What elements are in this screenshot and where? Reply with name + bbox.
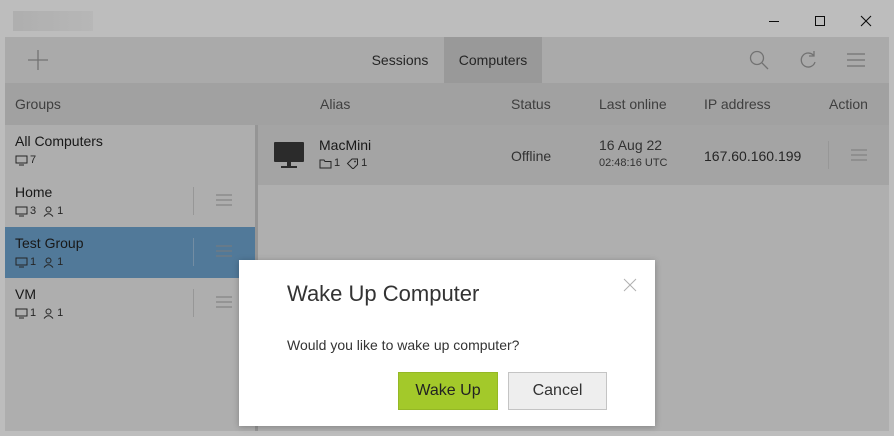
dialog-message: Would you like to wake up computer? [287,337,520,353]
cancel-button[interactable]: Cancel [508,372,607,410]
dialog-title: Wake Up Computer [287,281,480,306]
wake-up-button[interactable]: Wake Up [398,372,498,410]
wake-up-button-label: Wake Up [415,382,481,399]
cancel-button-label: Cancel [532,382,583,399]
close-icon[interactable] [623,278,637,292]
wake-up-dialog: Wake Up Computer Would you like to wake … [239,260,655,426]
